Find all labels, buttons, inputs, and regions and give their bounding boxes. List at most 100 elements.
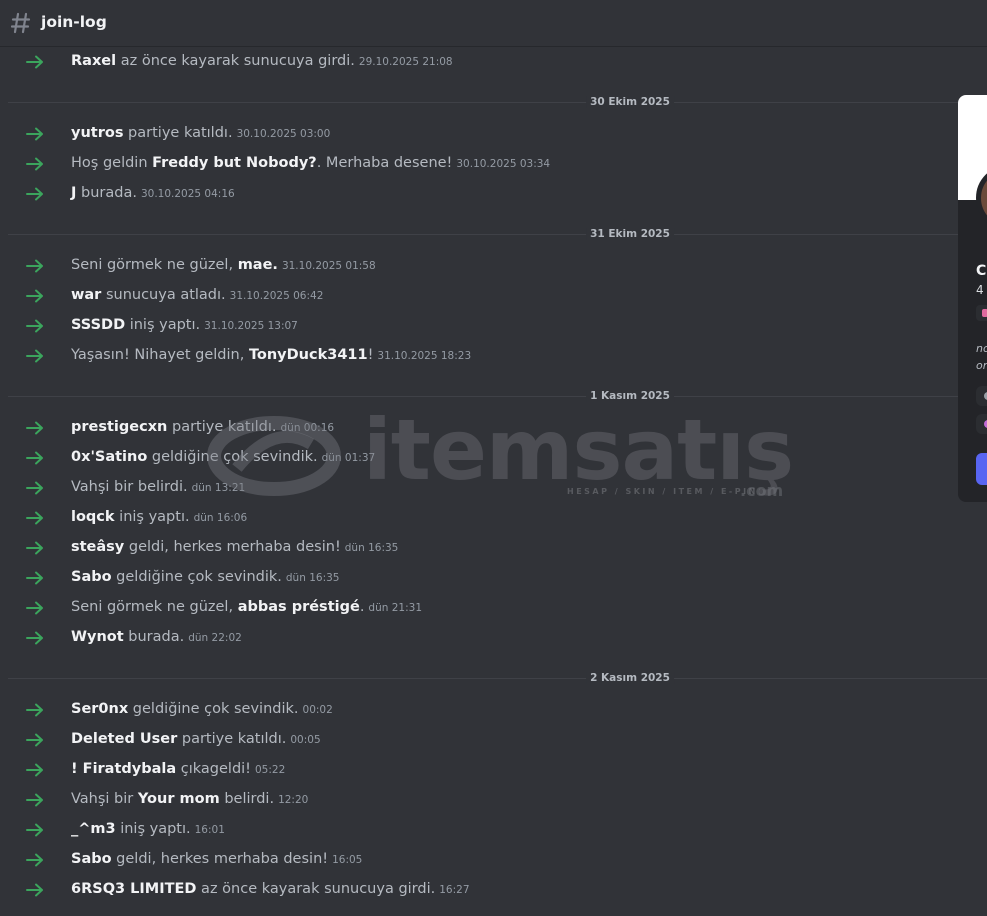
join-message[interactable]: Ser0nx geldiğine çok sevindik. 00:02: [0, 698, 960, 724]
join-message[interactable]: loqck iniş yaptı. dün 16:06: [0, 506, 960, 532]
username[interactable]: Wynot: [71, 629, 124, 645]
timestamp[interactable]: 31.10.2025 06:42: [230, 290, 324, 302]
date-divider: 2 Kasım 2025: [8, 672, 987, 684]
message-fragment: Vahşi bir: [71, 479, 138, 495]
message-text: war sunucuya atladı. 31.10.2025 06:42: [71, 287, 323, 303]
timestamp[interactable]: 16:01: [195, 824, 225, 836]
join-message[interactable]: Sabo geldi, herkes merhaba desin! 16:05: [0, 848, 960, 874]
message-fragment: !: [367, 347, 374, 363]
timestamp[interactable]: dün 13:21: [192, 482, 246, 494]
username[interactable]: Sabo: [71, 569, 112, 585]
role-pill[interactable]: [976, 386, 987, 406]
join-message[interactable]: J burada. 30.10.2025 04:16: [0, 182, 960, 208]
timestamp[interactable]: dün 16:35: [286, 572, 340, 584]
message-text: yutros partiye katıldı. 30.10.2025 03:00: [71, 125, 330, 141]
username[interactable]: loqck: [71, 509, 115, 525]
message-text: 0x'Satino geldiğine çok sevindik. dün 01:…: [71, 449, 375, 465]
username[interactable]: Raxel: [71, 53, 116, 69]
username[interactable]: Your mom: [138, 791, 220, 807]
timestamp[interactable]: 00:05: [290, 734, 320, 746]
username[interactable]: ! Firatdybala: [71, 761, 176, 777]
username[interactable]: mae.: [238, 257, 278, 273]
username[interactable]: Ser0nx: [71, 701, 128, 717]
username[interactable]: war: [71, 287, 101, 303]
join-arrow-icon: [26, 55, 43, 69]
join-message[interactable]: Vahşi bir belirdi. dün 13:21: [0, 476, 960, 502]
timestamp[interactable]: 05:22: [255, 764, 285, 776]
timestamp[interactable]: 31.10.2025 01:58: [282, 260, 376, 272]
message-button[interactable]: [976, 453, 987, 485]
join-message[interactable]: Vahşi bir Your mom belirdi. 12:20: [0, 788, 960, 814]
timestamp[interactable]: dün 16:06: [194, 512, 248, 524]
join-message[interactable]: _^m3 iniş yaptı. 16:01: [0, 818, 960, 844]
timestamp[interactable]: dün 00:16: [281, 422, 335, 434]
profile-badge-icon[interactable]: [976, 305, 987, 321]
username[interactable]: Freddy but Nobody?: [152, 155, 317, 171]
timestamp[interactable]: dün 16:35: [345, 542, 399, 554]
username[interactable]: 0x'Satino: [71, 449, 147, 465]
join-message[interactable]: steâsy geldi, herkes merhaba desin! dün 1…: [0, 536, 960, 562]
timestamp[interactable]: 31.10.2025 18:23: [377, 350, 471, 362]
username[interactable]: TonyDuck3411: [249, 347, 368, 363]
message-fragment: Seni görmek ne güzel,: [71, 599, 238, 615]
message-fragment: Hoş geldin: [71, 155, 153, 171]
join-arrow-icon: [26, 289, 43, 303]
join-message[interactable]: Raxel az önce kayarak sunucuya girdi. 29.…: [0, 50, 960, 76]
join-message[interactable]: war sunucuya atladı. 31.10.2025 06:42: [0, 284, 960, 310]
username[interactable]: yutros: [71, 125, 123, 141]
timestamp[interactable]: 16:05: [332, 854, 362, 866]
join-message[interactable]: 6RSQ3 LIMITED az önce kayarak sunucuya g…: [0, 878, 960, 904]
date-label: 1 Kasım 2025: [586, 390, 674, 402]
date-divider: 31 Ekim 2025: [8, 228, 987, 240]
join-arrow-icon: [26, 883, 43, 897]
username[interactable]: 6RSQ3 LIMITED: [71, 881, 196, 897]
timestamp[interactable]: dün 01:37: [322, 452, 376, 464]
join-message[interactable]: SSSDD iniş yaptı. 31.10.2025 13:07: [0, 314, 960, 340]
timestamp[interactable]: dün 22:02: [188, 632, 242, 644]
join-arrow-icon: [26, 631, 43, 645]
message-fragment: geldi, herkes merhaba desin!: [111, 851, 329, 867]
message-text: 6RSQ3 LIMITED az önce kayarak sunucuya g…: [71, 881, 470, 897]
join-message[interactable]: 0x'Satino geldiğine çok sevindik. dün 01:…: [0, 446, 960, 472]
username[interactable]: prestigecxn: [71, 419, 167, 435]
timestamp[interactable]: 00:02: [303, 704, 333, 716]
join-arrow-icon: [26, 451, 43, 465]
timestamp[interactable]: 29.10.2025 21:08: [359, 56, 453, 68]
timestamp[interactable]: 12:20: [278, 794, 308, 806]
join-message[interactable]: Seni görmek ne güzel, abbas préstigé. dün…: [0, 596, 960, 622]
join-arrow-icon: [26, 823, 43, 837]
timestamp[interactable]: 30.10.2025 04:16: [141, 188, 235, 200]
join-message[interactable]: Yaşasın! Nihayet geldin, TonyDuck3411! 31…: [0, 344, 960, 370]
join-message[interactable]: prestigecxn partiye katıldı. dün 00:16: [0, 416, 960, 442]
join-message[interactable]: Deleted User partiye katıldı. 00:05: [0, 728, 960, 754]
message-fragment: geldiğine çok sevindik.: [111, 569, 282, 585]
join-message[interactable]: Hoş geldin Freddy but Nobody?. Merhaba d…: [0, 152, 960, 178]
join-message[interactable]: Wynot burada. dün 22:02: [0, 626, 960, 652]
join-message[interactable]: Sabo geldiğine çok sevindik. dün 16:35: [0, 566, 960, 592]
username[interactable]: steâsy: [71, 539, 124, 555]
join-arrow-icon: [26, 793, 43, 807]
timestamp[interactable]: 30.10.2025 03:34: [456, 158, 550, 170]
username[interactable]: Sabo: [71, 851, 112, 867]
user-profile-popout[interactable]: C 4 no or: [958, 95, 987, 502]
timestamp[interactable]: dün 21:31: [368, 602, 422, 614]
join-message[interactable]: ! Firatdybala çıkageldi! 05:22: [0, 758, 960, 784]
username[interactable]: abbas préstigé: [238, 599, 360, 615]
role-pill[interactable]: [976, 414, 987, 434]
message-fragment: az önce kayarak sunucuya girdi.: [196, 881, 436, 897]
username[interactable]: _^m3: [71, 821, 116, 837]
username[interactable]: SSSDD: [71, 317, 125, 333]
message-text: Yaşasın! Nihayet geldin, TonyDuck3411! 31…: [71, 347, 471, 363]
join-arrow-icon: [26, 541, 43, 555]
username[interactable]: Deleted User: [71, 731, 177, 747]
profile-name: C: [976, 263, 987, 279]
timestamp[interactable]: 30.10.2025 03:00: [237, 128, 331, 140]
message-fragment: burada.: [123, 629, 185, 645]
timestamp[interactable]: 16:27: [439, 884, 469, 896]
message-text: Wynot burada. dün 22:02: [71, 629, 242, 645]
message-text: ! Firatdybala çıkageldi! 05:22: [71, 761, 285, 777]
join-arrow-icon: [26, 733, 43, 747]
join-message[interactable]: Seni görmek ne güzel, mae. 31.10.2025 01:…: [0, 254, 960, 280]
join-message[interactable]: yutros partiye katıldı. 30.10.2025 03:00: [0, 122, 960, 148]
timestamp[interactable]: 31.10.2025 13:07: [204, 320, 298, 332]
